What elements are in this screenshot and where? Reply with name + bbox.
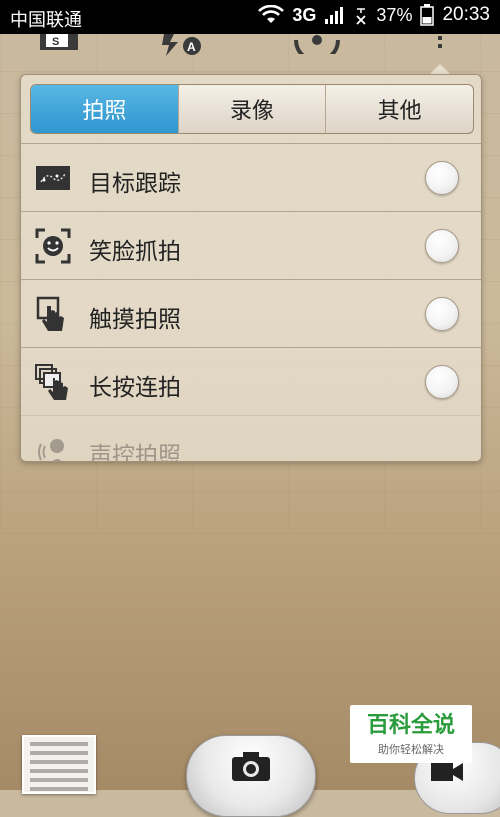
sim2-no-signal-icon xyxy=(354,5,368,25)
list-item-voice-shot[interactable]: 声控拍照 xyxy=(21,415,481,462)
wifi-icon xyxy=(258,5,285,25)
burst-shot-toggle[interactable] xyxy=(425,365,459,399)
watermark-logo: 百科全说 助你轻松解决 xyxy=(350,705,472,763)
clock: 20:33 xyxy=(442,4,490,25)
settings-list: 目标跟踪 笑脸抓拍 触摸拍照 长按连拍 声控拍照 xyxy=(21,143,481,462)
row-label: 触摸拍照 xyxy=(89,307,181,333)
gallery-thumbnail[interactable] xyxy=(22,735,96,794)
scene-mode-icon[interactable]: S xyxy=(38,34,80,56)
object-tracking-icon xyxy=(35,160,71,196)
more-menu-icon[interactable] xyxy=(433,34,447,56)
shutter-button[interactable] xyxy=(186,735,316,817)
status-bar: 中国联通 3G 37% 20:33 xyxy=(0,0,500,34)
flash-auto-icon[interactable]: A xyxy=(160,34,206,60)
svg-text:S: S xyxy=(52,36,59,48)
row-label: 声控拍照 xyxy=(89,443,181,462)
svg-text:A: A xyxy=(187,40,196,54)
battery-icon xyxy=(420,4,435,26)
list-item-burst-shot[interactable]: 长按连拍 xyxy=(21,347,481,415)
touch-shoot-icon xyxy=(35,296,71,332)
panel-pointer xyxy=(430,64,450,74)
list-item-touch-shot[interactable]: 触摸拍照 xyxy=(21,279,481,347)
tab-photo[interactable]: 拍照 xyxy=(31,85,179,133)
row-label: 笑脸抓拍 xyxy=(89,239,181,265)
network-type: 3G xyxy=(292,4,317,25)
tab-other[interactable]: 其他 xyxy=(326,85,473,133)
smile-detect-icon xyxy=(35,228,71,264)
signal-strength-icon xyxy=(324,5,346,25)
smile-shot-toggle[interactable] xyxy=(425,229,459,263)
voice-shoot-icon xyxy=(35,432,71,461)
status-indicators: 3G 37% 20:33 xyxy=(258,4,490,26)
list-item-smile-shot[interactable]: 笑脸抓拍 xyxy=(21,211,481,279)
camera-toolbar: S A xyxy=(0,34,500,63)
row-label: 长按连拍 xyxy=(89,375,181,401)
touch-shot-toggle[interactable] xyxy=(425,297,459,331)
row-label: 目标跟踪 xyxy=(89,171,181,197)
list-item-object-tracking[interactable]: 目标跟踪 xyxy=(21,143,481,211)
watermark-subtitle: 助你轻松解决 xyxy=(378,743,444,756)
watermark-title: 百科全说 xyxy=(366,712,455,737)
switch-camera-icon[interactable] xyxy=(292,34,342,63)
mode-tabs: 拍照 录像 其他 xyxy=(30,84,474,134)
tab-video[interactable]: 录像 xyxy=(179,85,327,133)
object-tracking-toggle[interactable] xyxy=(425,161,459,195)
battery-percent: 37% xyxy=(376,4,413,25)
shooting-settings-panel: 拍照 录像 其他 目标跟踪 笑脸抓拍 触摸拍照 长按连拍 声控拍照 xyxy=(20,74,482,462)
carrier-name: 中国联通 xyxy=(10,10,82,30)
burst-shoot-icon xyxy=(35,364,71,400)
